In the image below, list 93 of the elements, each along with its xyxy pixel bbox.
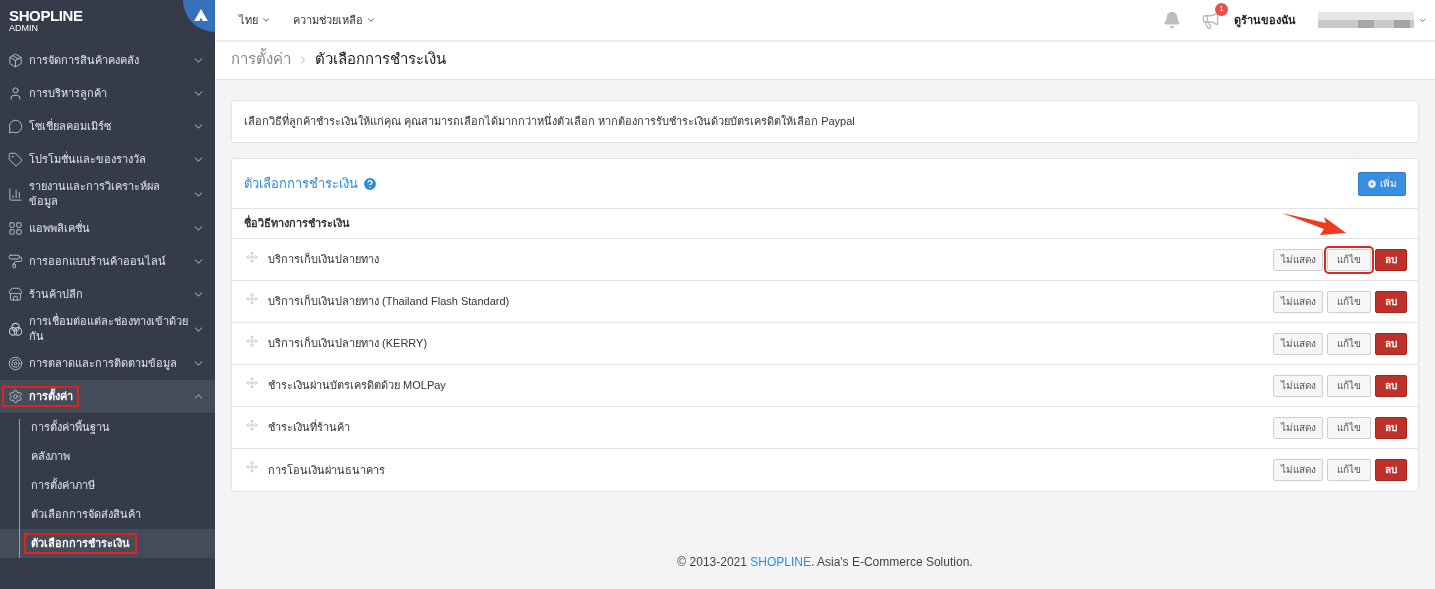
logo-subtitle: ADMIN bbox=[9, 24, 39, 33]
sidebar-item[interactable]: การตลาดและการติดตามข้อมูล bbox=[0, 347, 215, 380]
sidebar-item-label: รายงานและการวิเคราะห์ผลข้อมูล bbox=[29, 179, 161, 209]
sidebar-subitem-label: การตั้งค่าภาษี bbox=[30, 477, 96, 493]
hide-button[interactable]: ไม่แสดง bbox=[1273, 374, 1323, 397]
chart-icon bbox=[8, 186, 23, 202]
column-header: ชื่อวิธีทางการชำระเงิน bbox=[244, 215, 350, 232]
drag-handle-icon[interactable] bbox=[246, 292, 258, 305]
sidebar-subitem[interactable]: คลังภาพ bbox=[0, 442, 215, 471]
edit-button[interactable]: แก้ไข bbox=[1327, 332, 1371, 355]
chevron-icon bbox=[261, 15, 271, 25]
page-title: ตัวเลือกการชำระเงิน bbox=[315, 49, 446, 70]
sidebar-subitem-label: ตัวเลือกการชำระเงิน bbox=[26, 535, 135, 552]
hide-button[interactable]: ไม่แสดง bbox=[1273, 290, 1323, 313]
payment-method-name: การโอนเงินผ่านธนาคาร bbox=[268, 462, 385, 478]
sidebar-item[interactable]: การบริหารลูกค้า bbox=[0, 77, 215, 110]
drag-handle-icon[interactable] bbox=[246, 376, 258, 389]
panel-title: ตัวเลือกการชำระเงิน bbox=[244, 174, 358, 193]
sidebar-item[interactable]: การเชื่อมต่อแต่ละช่องทางเข้าด้วยกัน bbox=[0, 311, 215, 347]
menu-dropdown[interactable]: ความช่วยเหลือ bbox=[293, 11, 376, 29]
edit-button[interactable]: แก้ไข bbox=[1327, 416, 1371, 439]
annotation-arrow bbox=[1282, 211, 1346, 237]
sidebar-item-label: ร้านค้าปลีก bbox=[29, 287, 83, 302]
sidebar-subitem-label: การตั้งค่าพื้นฐาน bbox=[30, 419, 111, 436]
sidebar-item-label: การจัดการสินค้าคงคลัง bbox=[29, 53, 139, 68]
store-icon bbox=[8, 287, 23, 302]
chevron-icon bbox=[366, 15, 376, 25]
payment-method-name: บริการเก็บเงินปลายทาง (Thailand Flash Standard) bbox=[268, 293, 510, 310]
drag-handle-icon[interactable] bbox=[246, 418, 258, 431]
apps-icon bbox=[8, 221, 23, 236]
drag-handle-icon[interactable] bbox=[246, 250, 258, 263]
sidebar-item[interactable]: โซเชี่ยลคอมเมิร์ซ bbox=[0, 110, 215, 143]
sidebar-item[interactable]: รายงานและการวิเคราะห์ผลข้อมูล bbox=[0, 176, 215, 212]
brand-logo: SHOPLINE bbox=[9, 8, 84, 23]
megaphone-icon[interactable] bbox=[1201, 10, 1220, 30]
sidebar-item[interactable]: การตั้งค่า bbox=[0, 380, 215, 413]
menu-dropdown[interactable]: ไทย bbox=[239, 11, 271, 29]
payment-method-name: ชำระเงินผ่านบัตรเครดิตด้วย MOLPay bbox=[268, 378, 446, 394]
delete-button[interactable]: ลบ bbox=[1375, 374, 1407, 397]
hide-button[interactable]: ไม่แสดง bbox=[1273, 459, 1323, 481]
edit-button[interactable]: แก้ไข bbox=[1327, 248, 1371, 271]
blurred-account-name[interactable] bbox=[1318, 12, 1427, 28]
plus-icon bbox=[1367, 178, 1377, 189]
help-icon[interactable] bbox=[362, 175, 378, 192]
sidebar-item[interactable]: การออกแบบร้านค้าออนไลน์ bbox=[0, 245, 215, 278]
warehouse-icon bbox=[8, 53, 23, 68]
sidebar-item-label: การเชื่อมต่อแต่ละช่องทางเข้าด้วยกัน bbox=[29, 314, 188, 344]
drag-handle-icon[interactable] bbox=[246, 334, 258, 347]
sidebar-item[interactable]: แอพพลิเคชั่น bbox=[0, 212, 215, 245]
notification-bell-icon[interactable] bbox=[1163, 11, 1181, 29]
edit-button[interactable]: แก้ไข bbox=[1327, 290, 1371, 313]
sidebar-item-label: โปรโมชั่นและของรางวัล bbox=[29, 152, 146, 167]
target-icon bbox=[8, 356, 23, 371]
delete-button[interactable]: ลบ bbox=[1375, 459, 1407, 481]
hide-button[interactable]: ไม่แสดง bbox=[1273, 248, 1323, 271]
sidebar-item-label: การตลาดและการติดตามข้อมูล bbox=[29, 356, 177, 371]
delete-button[interactable]: ลบ bbox=[1375, 332, 1407, 355]
sidebar-item[interactable]: การจัดการสินค้าคงคลัง bbox=[0, 44, 215, 77]
sidebar-subitem[interactable]: การตั้งค่าภาษี bbox=[0, 471, 215, 500]
sidebar-subitem-label: ตัวเลือกการจัดส่งสินค้า bbox=[30, 507, 142, 522]
store-link[interactable]: ดูร้านของฉัน bbox=[1234, 11, 1296, 29]
count-badge: 1 bbox=[1215, 2, 1228, 16]
edit-button[interactable]: แก้ไข bbox=[1327, 374, 1371, 397]
sidebar-subitem[interactable]: ตัวเลือกการชำระเงิน bbox=[0, 529, 215, 558]
tag-icon bbox=[8, 152, 23, 167]
breadcrumb-link[interactable]: การตั้งค่า bbox=[231, 48, 291, 71]
paint-roller-icon bbox=[8, 254, 23, 269]
sidebar-subitem-label: คลังภาพ bbox=[30, 449, 71, 464]
sidebar-subitem[interactable]: ตัวเลือกการจัดส่งสินค้า bbox=[0, 500, 215, 529]
sidebar-item-label: การออกแบบร้านค้าออนไลน์ bbox=[29, 254, 166, 269]
sidebar-item-label: การตั้งค่า bbox=[29, 389, 73, 404]
sidebar-subitem[interactable]: การตั้งค่าพื้นฐาน bbox=[0, 413, 215, 442]
payment-method-name: ชำระเงินที่ร้านค้า bbox=[268, 419, 350, 436]
info-text: เลือกวิธีที่ลูกค้าชำระเงินให้แก่คุณ คุณสามารถเลือกได้มากกว่าหนึ่งตัวเลือก หากต้องการรับชำระเงินด้วยบัตรเครดิตให้เลือก Paypal bbox=[244, 113, 855, 130]
sidebar-item-label: แอพพลิเคชั่น bbox=[29, 221, 90, 236]
sidebar-item[interactable]: โปรโมชั่นและของรางวัล bbox=[0, 143, 215, 176]
delete-button[interactable]: ลบ bbox=[1375, 248, 1407, 271]
delete-button[interactable]: ลบ bbox=[1375, 290, 1407, 313]
payment-method-name: บริการเก็บเงินปลายทาง (KERRY) bbox=[268, 335, 428, 352]
sidebar-item[interactable]: ร้านค้าปลีก bbox=[0, 278, 215, 311]
payment-method-name: บริการเก็บเงินปลายทาง bbox=[268, 251, 379, 268]
user-icon bbox=[8, 86, 23, 101]
hide-button[interactable]: ไม่แสดง bbox=[1273, 416, 1323, 439]
sidebar-item-label: การบริหารลูกค้า bbox=[29, 86, 107, 101]
delete-button[interactable]: ลบ bbox=[1375, 416, 1407, 439]
footer-text: © 2013-2021 SHOPLINE. Asia's E-Commerce Solution. bbox=[676, 554, 974, 571]
hide-button[interactable]: ไม่แสดง bbox=[1273, 332, 1323, 355]
settings-icon bbox=[8, 389, 23, 404]
circles-icon bbox=[8, 321, 23, 337]
sidebar-item-label: โซเชี่ยลคอมเมิร์ซ bbox=[29, 119, 111, 134]
chat-icon bbox=[8, 119, 23, 134]
edit-button[interactable]: แก้ไข bbox=[1327, 459, 1371, 481]
drag-handle-icon[interactable] bbox=[246, 461, 258, 473]
